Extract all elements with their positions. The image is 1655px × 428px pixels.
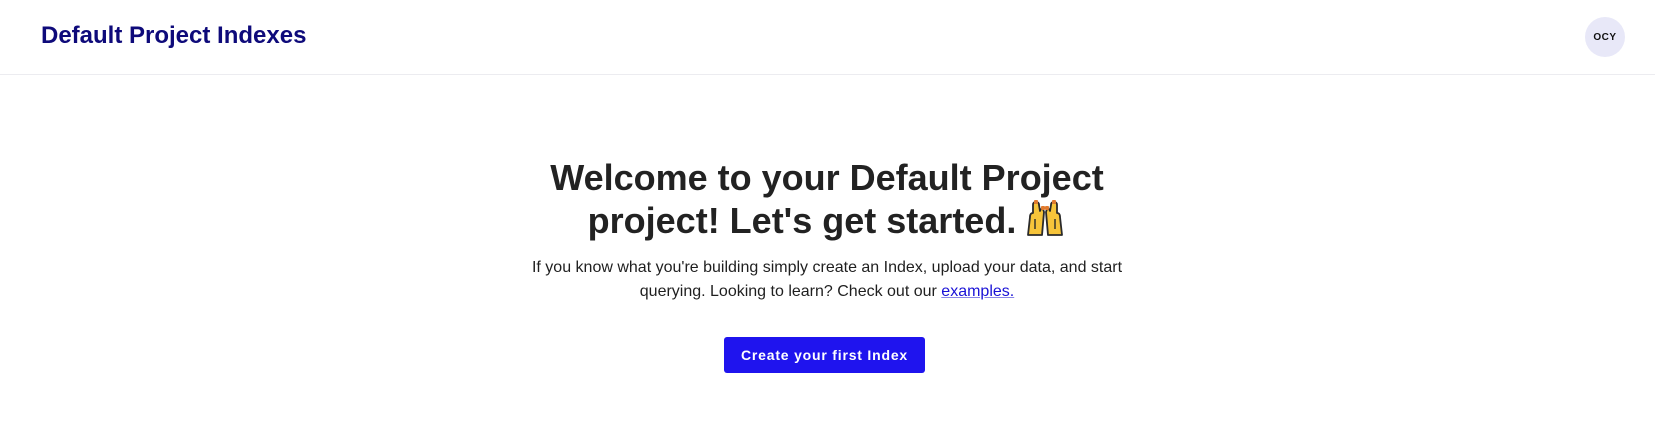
avatar-initials: OCY [1593, 31, 1617, 43]
welcome-heading-line2: project! Let's get started. [587, 200, 1017, 241]
main-content: Welcome to your Default Project project!… [0, 75, 1655, 428]
user-avatar[interactable]: OCY [1585, 17, 1625, 57]
intro-text-body: If you know what you're building simply … [531, 259, 1123, 300]
welcome-heading-line1: Welcome to your Default Project [550, 157, 1104, 198]
top-header: Default Project Indexes OCY [0, 0, 1655, 75]
examples-link[interactable]: examples. [941, 283, 1014, 300]
create-first-index-button[interactable]: Create your first Index [724, 337, 925, 373]
page-title: Default Project Indexes [41, 22, 307, 49]
raising-hands-icon [1024, 199, 1066, 248]
intro-text: If you know what you're building simply … [517, 256, 1137, 304]
welcome-heading: Welcome to your Default Project project!… [477, 157, 1177, 248]
